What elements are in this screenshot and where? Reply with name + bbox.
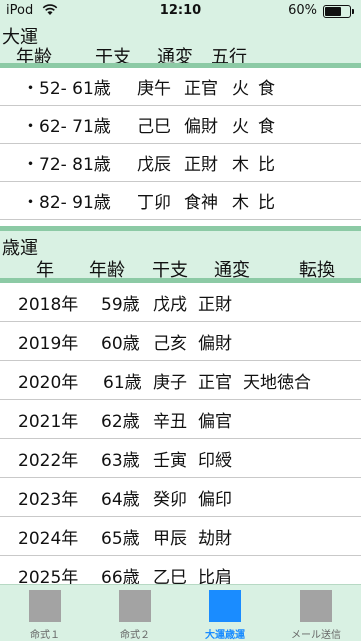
row-kanshi: 己巳 — [137, 117, 171, 137]
battery-icon — [323, 5, 354, 18]
saiun-row: 2022年 63歳 壬寅 印綬 — [0, 439, 361, 478]
saiun-row: 2023年 64歳 癸卯 偏印 — [0, 478, 361, 517]
row-kanshi: 戊戌 — [153, 295, 187, 315]
saiun-header: 歳運 年 年齢 干支 通変 転換 — [0, 231, 361, 281]
row-tsuhen: 偏印 — [198, 490, 232, 510]
row-extra: 食 — [258, 117, 275, 137]
tab-meishiki-1[interactable]: 命式１ — [0, 585, 90, 641]
row-age: 62- 71歳 — [39, 117, 111, 137]
tab-label: 大運歳運 — [205, 630, 245, 641]
row-tsuhen: 正官 — [184, 79, 218, 99]
tab-label: メール送信 — [291, 630, 341, 641]
row-age: 60歳 — [101, 334, 140, 354]
row-kanshi: 庚午 — [137, 79, 171, 99]
row-year: 2020年 — [18, 373, 79, 393]
row-year: 2019年 — [18, 334, 79, 354]
row-age: 52- 61歳 — [39, 79, 111, 99]
row-extra: 比 — [258, 155, 275, 175]
row-year: 2024年 — [18, 529, 79, 549]
row-tsuhen: 劫財 — [198, 529, 232, 549]
row-bullet: ・ — [22, 155, 39, 175]
daiun-row: ・ 62- 71歳 己巳 偏財火食 — [0, 106, 361, 144]
row-age: 61歳 — [103, 373, 142, 393]
saiun-row: 2021年 62歳 辛丑 偏官 — [0, 400, 361, 439]
row-kanshi: 癸卯 — [153, 490, 187, 510]
row-year: 2023年 — [18, 490, 79, 510]
row-tenkan: 天地徳合 — [243, 373, 311, 393]
tab-label: 命式２ — [120, 630, 150, 641]
saiun-row: 2020年 61歳 庚子 正官 天地徳合 — [0, 361, 361, 400]
row-kanshi: 壬寅 — [153, 451, 187, 471]
tab-daiun-saiun[interactable]: 大運歳運 — [180, 585, 270, 641]
row-gogyo: 火 — [232, 117, 249, 137]
row-age: 65歳 — [101, 529, 140, 549]
row-kanshi: 辛丑 — [153, 412, 187, 432]
row-extra: 比 — [258, 193, 275, 213]
daiun-header: 大運 年齢 干支 通変 五行 — [0, 22, 361, 68]
row-gogyo: 木 — [232, 155, 249, 175]
row-kanshi: 丁卯 — [137, 193, 171, 213]
row-bullet: ・ — [22, 193, 39, 213]
status-bar: iPod 12:10 60% — [0, 0, 361, 22]
row-tsuhen: 正財 — [184, 155, 218, 175]
mail-send-icon — [300, 590, 332, 622]
tab-meishiki-2[interactable]: 命式２ — [90, 585, 180, 641]
tab-bar: 命式１ 命式２ 大運歳運 メール送信 — [0, 584, 361, 641]
saiun-row: 2018年 59歳 戊戌 正財 — [0, 283, 361, 322]
row-gogyo: 木 — [232, 193, 249, 213]
row-age: 64歳 — [101, 490, 140, 510]
row-age: 59歳 — [101, 295, 140, 315]
row-tsuhen: 正官 — [198, 373, 232, 393]
battery-percent: 60% — [288, 3, 317, 18]
row-age: 72- 81歳 — [39, 155, 111, 175]
row-tsuhen: 偏財 — [198, 334, 232, 354]
meishiki-1-icon — [29, 590, 61, 622]
row-year: 2021年 — [18, 412, 79, 432]
row-tsuhen: 食神 — [184, 193, 218, 213]
row-age: 62歳 — [101, 412, 140, 432]
row-bullet: ・ — [22, 117, 39, 137]
row-kanshi: 甲辰 — [153, 529, 187, 549]
row-kanshi: 己亥 — [153, 334, 187, 354]
row-year: 2022年 — [18, 451, 79, 471]
row-gogyo: 火 — [232, 79, 249, 99]
row-age: 82- 91歳 — [39, 193, 111, 213]
tab-mail-send[interactable]: メール送信 — [271, 585, 361, 641]
daiun-row: ・ 52- 61歳 庚午 正官火食 — [0, 68, 361, 106]
row-tsuhen: 正財 — [198, 295, 232, 315]
daiun-row: ・ 82- 91歳 丁卯 食神木比 — [0, 182, 361, 220]
row-kanshi: 庚子 — [153, 373, 187, 393]
row-tsuhen: 印綬 — [198, 451, 232, 471]
row-kanshi: 戊辰 — [137, 155, 171, 175]
row-year: 2018年 — [18, 295, 79, 315]
saiun-title: 歳運 — [2, 238, 38, 259]
row-bullet: ・ — [22, 79, 39, 99]
row-extra: 食 — [258, 79, 275, 99]
saiun-row: 2024年 65歳 甲辰 劫財 — [0, 517, 361, 556]
tab-label: 命式１ — [30, 630, 60, 641]
row-tsuhen: 偏財 — [184, 117, 218, 137]
meishiki-2-icon — [119, 590, 151, 622]
daiun-saiun-icon — [209, 590, 241, 622]
saiun-row: 2019年 60歳 己亥 偏財 — [0, 322, 361, 361]
daiun-row: ・ 72- 81歳 戊辰 正財木比 — [0, 144, 361, 182]
row-tsuhen: 偏官 — [198, 412, 232, 432]
row-age: 63歳 — [101, 451, 140, 471]
